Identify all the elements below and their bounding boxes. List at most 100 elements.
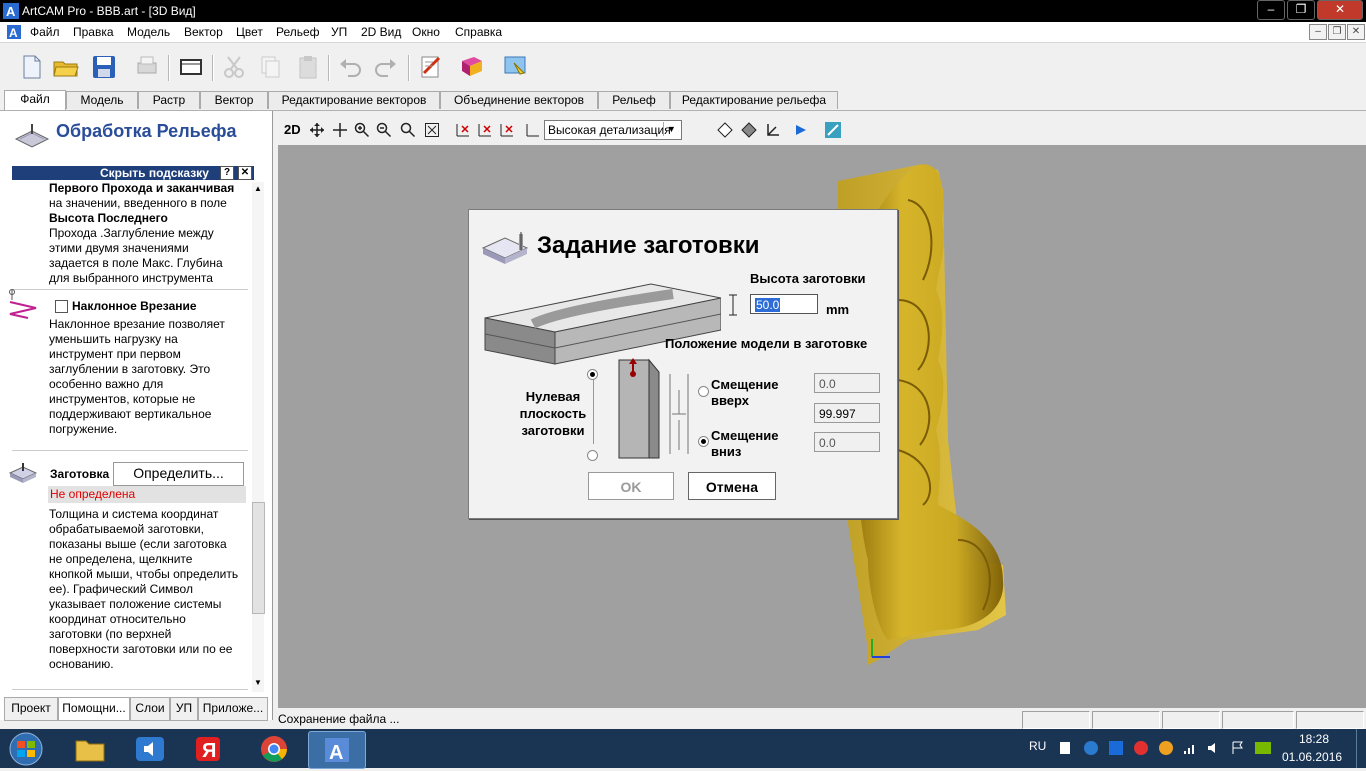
menu-window[interactable]: Окно <box>412 25 440 39</box>
mdi-restore-button[interactable]: ❐ <box>1328 24 1346 40</box>
undo-icon[interactable] <box>336 53 364 81</box>
tab-edit-relief[interactable]: Редактирование рельефа <box>670 91 838 109</box>
menu-2d-view[interactable]: 2D Вид <box>361 25 401 39</box>
tab-vector[interactable]: Вектор <box>200 91 268 109</box>
hint-help-button[interactable]: ? <box>220 166 234 180</box>
define-material-button[interactable]: Определить... <box>113 462 244 486</box>
open-folder-icon[interactable] <box>52 53 80 81</box>
taskbar-artcam[interactable]: A <box>308 731 366 769</box>
tray-blue-icon[interactable] <box>1108 740 1124 756</box>
tab-model[interactable]: Модель <box>66 91 138 109</box>
tab-project[interactable]: Проект <box>4 697 58 721</box>
scrollbar-thumb[interactable] <box>252 502 265 614</box>
tray-s-icon[interactable] <box>1083 740 1099 756</box>
tab-combine-vectors[interactable]: Объединение векторов <box>440 91 598 109</box>
fit-view-icon[interactable] <box>424 122 440 138</box>
cut-icon[interactable] <box>220 53 248 81</box>
ramp-checkbox[interactable] <box>55 300 68 313</box>
menu-model[interactable]: Модель <box>127 25 170 39</box>
ramp-label[interactable]: Наклонное Врезание <box>72 299 197 313</box>
paste-icon[interactable] <box>294 53 322 81</box>
zoom-out-icon[interactable] <box>376 122 392 138</box>
offset-up-label[interactable]: Смещение вверх <box>711 377 779 409</box>
tab-assistant[interactable]: Помощни... <box>58 697 130 721</box>
offset-down-field[interactable]: 0.0 <box>814 432 880 452</box>
tray-red-icon[interactable] <box>1133 740 1149 756</box>
taskbar-yandex[interactable]: Я <box>180 731 236 767</box>
volume-icon[interactable] <box>1206 740 1222 756</box>
mdi-minimize-button[interactable]: – <box>1309 24 1327 40</box>
taskbar-chrome[interactable] <box>246 731 302 767</box>
nvidia-icon[interactable] <box>1254 739 1272 757</box>
block-height-value[interactable]: 50.0 <box>755 298 781 312</box>
iso-view-icon[interactable] <box>454 121 472 139</box>
tab-file[interactable]: Файл <box>4 90 66 110</box>
view-2d-button[interactable]: 2D <box>284 122 301 137</box>
axes-icon[interactable] <box>764 121 782 139</box>
document-icon[interactable]: A <box>6 24 22 40</box>
menu-toolpaths[interactable]: УП <box>331 25 347 39</box>
tab-relief[interactable]: Рельеф <box>598 91 670 109</box>
hide-hint-label[interactable]: Скрыть подсказку <box>100 166 209 180</box>
pan-icon[interactable] <box>309 122 325 138</box>
clock-time[interactable]: 18:28 <box>1299 732 1329 746</box>
zero-top-radio[interactable] <box>587 369 598 380</box>
show-desktop-button[interactable] <box>1356 729 1366 768</box>
side-view-icon[interactable] <box>498 121 516 139</box>
close-button[interactable]: ✕ <box>1317 0 1363 20</box>
menu-vector[interactable]: Вектор <box>184 25 223 39</box>
tray-orange-icon[interactable] <box>1158 740 1174 756</box>
taskbar-media[interactable] <box>122 731 178 767</box>
block-height-input[interactable]: 50.0 <box>750 294 818 314</box>
diamond-shaded-icon[interactable] <box>740 121 758 139</box>
start-button-icon[interactable] <box>6 731 46 767</box>
clock-date[interactable]: 01.06.2016 <box>1282 750 1342 764</box>
tab-layers[interactable]: Слои <box>130 697 170 721</box>
menu-file[interactable]: Файл <box>30 25 60 39</box>
whats-this-icon[interactable] <box>502 53 530 81</box>
tray-doc-icon[interactable] <box>1058 740 1074 756</box>
offset-up-field[interactable]: 0.0 <box>814 373 880 393</box>
zoom-in-icon[interactable] <box>354 122 370 138</box>
language-indicator[interactable]: RU <box>1029 739 1046 753</box>
tab-raster[interactable]: Растр <box>138 91 200 109</box>
top-view-icon[interactable] <box>476 121 494 139</box>
notes-icon[interactable] <box>417 53 445 81</box>
network-icon[interactable] <box>1182 740 1198 756</box>
other-view-icon[interactable] <box>524 121 542 139</box>
hide-hint-bar[interactable]: Скрыть подсказку ? ✕ <box>12 166 254 180</box>
zero-bottom-radio[interactable] <box>587 450 598 461</box>
tab-toolpaths[interactable]: УП <box>170 697 198 721</box>
save-icon[interactable] <box>90 53 118 81</box>
minimize-button[interactable]: – <box>1257 0 1285 20</box>
menu-relief[interactable]: Рельеф <box>276 25 320 39</box>
detail-level-select[interactable]: Высокая детализация ▼ <box>544 120 682 140</box>
new-file-icon[interactable] <box>18 53 46 81</box>
offset-down-label[interactable]: Смещение вниз <box>711 428 779 460</box>
ok-button[interactable]: OK <box>588 472 674 500</box>
copy-icon[interactable] <box>256 53 284 81</box>
offset-up-radio[interactable] <box>698 386 709 397</box>
print-icon[interactable] <box>133 53 161 81</box>
cancel-button[interactable]: Отмена <box>688 472 776 500</box>
diamond-outline-icon[interactable] <box>716 121 734 139</box>
move-icon[interactable] <box>332 122 348 138</box>
offset-down-radio[interactable] <box>698 436 709 447</box>
menu-help[interactable]: Справка <box>455 25 502 39</box>
menu-edit[interactable]: Правка <box>73 25 114 39</box>
middle-value-field[interactable]: 99.997 <box>814 403 880 423</box>
panel-scrollbar[interactable]: ▲ ▼ <box>252 182 264 692</box>
chevron-down-icon[interactable]: ▼ <box>663 122 679 136</box>
play-simulation-icon[interactable] <box>792 121 810 139</box>
menu-color[interactable]: Цвет <box>236 25 263 39</box>
mdi-close-button[interactable]: ✕ <box>1347 24 1365 40</box>
zoom-window-icon[interactable] <box>400 122 416 138</box>
tab-apps[interactable]: Приложе... <box>198 697 268 721</box>
redo-icon[interactable] <box>372 53 400 81</box>
taskbar-explorer[interactable] <box>62 731 118 767</box>
flag-icon[interactable] <box>1230 740 1246 756</box>
color-palette-icon[interactable] <box>824 121 842 139</box>
select-rectangle-icon[interactable] <box>177 53 205 81</box>
help-book-icon[interactable] <box>458 53 486 81</box>
hint-close-button[interactable]: ✕ <box>238 166 252 180</box>
